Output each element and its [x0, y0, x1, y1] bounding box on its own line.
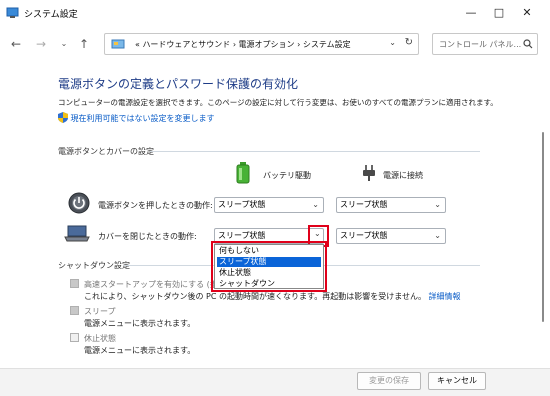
- lid-plugged-value: スリープ状態: [340, 231, 388, 240]
- recent-chevron-icon[interactable]: ⌄: [56, 36, 72, 52]
- hibernate-description: 電源メニューに表示されます。: [84, 346, 196, 355]
- sleep-checkbox[interactable]: [70, 306, 79, 315]
- power-button-icon: [68, 192, 90, 214]
- fast-startup-checkbox[interactable]: [70, 279, 79, 288]
- lid-battery-value: スリープ状態: [218, 231, 266, 240]
- shutdown-section-title: シャットダウン設定: [58, 261, 130, 270]
- fast-startup-desc-text: これにより、シャットダウン後の PC の起動時間が速くなります。再起動は影響を受…: [84, 292, 426, 301]
- sleep-description: 電源メニューに表示されます。: [84, 319, 196, 328]
- more-info-link[interactable]: 詳細情報: [429, 292, 461, 301]
- hibernate-checkbox[interactable]: [70, 333, 79, 342]
- hibernate-label: 休止状態: [84, 334, 116, 343]
- power-button-label: 電源ボタンを押したときの動作:: [98, 201, 213, 210]
- shield-icon: [58, 112, 68, 123]
- refresh-icon[interactable]: ↻: [405, 37, 413, 48]
- close-icon[interactable]: ✕: [518, 4, 536, 22]
- fast-startup-label: 高速スタートアップを有効にする (推奨): [84, 280, 229, 289]
- change-settings-label[interactable]: 現在利用可能ではない設定を変更します: [71, 114, 215, 123]
- section-divider: [150, 151, 480, 152]
- control-panel-icon: [111, 39, 125, 49]
- fast-startup-description: これにより、シャットダウン後の PC の起動時間が速くなります。再起動は影響を受…: [84, 291, 461, 302]
- chevron-down-icon: ⌄: [312, 200, 319, 209]
- page-description: コンピューターの電源設定を選択できます。このページの設定に対して行う変更は、お使…: [58, 98, 498, 107]
- maximize-icon[interactable]: □: [490, 4, 508, 22]
- chevron-down-icon[interactable]: ⌄: [314, 229, 321, 238]
- change-settings-link[interactable]: 現在利用可能ではない設定を変更します: [58, 112, 215, 124]
- power-button-plugged-select[interactable]: スリープ状態 ⌄: [336, 197, 446, 213]
- system-settings-icon: [6, 7, 19, 18]
- search-placeholder: コントロール パネル...: [439, 40, 522, 49]
- up-arrow-icon[interactable]: ↑: [76, 36, 92, 52]
- lid-close-label: カバーを閉じたときの動作:: [98, 232, 197, 241]
- forward-arrow-icon[interactable]: →: [33, 36, 49, 52]
- plug-icon: [363, 165, 375, 181]
- address-bar[interactable]: « ハードウェアとサウンド › 電源オプション › システム設定 ⌄ ↻: [104, 33, 419, 55]
- scrollbar-thumb[interactable]: [542, 132, 544, 322]
- address-dropdown-icon[interactable]: ⌄: [389, 38, 396, 47]
- sleep-label: スリープ: [84, 307, 116, 316]
- cancel-button[interactable]: キャンセル: [428, 372, 486, 390]
- power-button-battery-value: スリープ状態: [218, 200, 266, 209]
- power-button-plugged-value: スリープ状態: [340, 200, 388, 209]
- lid-plugged-select[interactable]: スリープ状態 ⌄: [336, 228, 446, 244]
- plugged-column-label: 電源に接続: [383, 171, 423, 180]
- save-changes-button[interactable]: 変更の保存: [357, 372, 421, 390]
- back-arrow-icon[interactable]: ←: [8, 36, 24, 52]
- scrollbar[interactable]: [538, 62, 548, 368]
- search-icon[interactable]: [523, 39, 533, 49]
- power-section-title: 電源ボタンとカバーの設定: [58, 147, 154, 156]
- chevron-down-icon: ⌄: [434, 231, 441, 240]
- search-box[interactable]: コントロール パネル...: [432, 33, 538, 55]
- laptop-lid-icon: [64, 225, 90, 242]
- chevron-down-icon: ⌄: [434, 200, 441, 209]
- minimize-icon[interactable]: —: [462, 4, 480, 22]
- battery-icon: [236, 162, 250, 184]
- battery-column-label: バッテリ駆動: [263, 171, 311, 180]
- address-path: « ハードウェアとサウンド › 電源オプション › システム設定: [135, 40, 351, 49]
- window-title: システム設定: [24, 10, 78, 20]
- dropdown-highlight-box: [211, 241, 327, 292]
- title-bar: システム設定 — □ ✕: [0, 0, 550, 26]
- power-button-battery-select[interactable]: スリープ状態 ⌄: [214, 197, 324, 213]
- page-title: 電源ボタンの定義とパスワード保護の有効化: [58, 77, 299, 91]
